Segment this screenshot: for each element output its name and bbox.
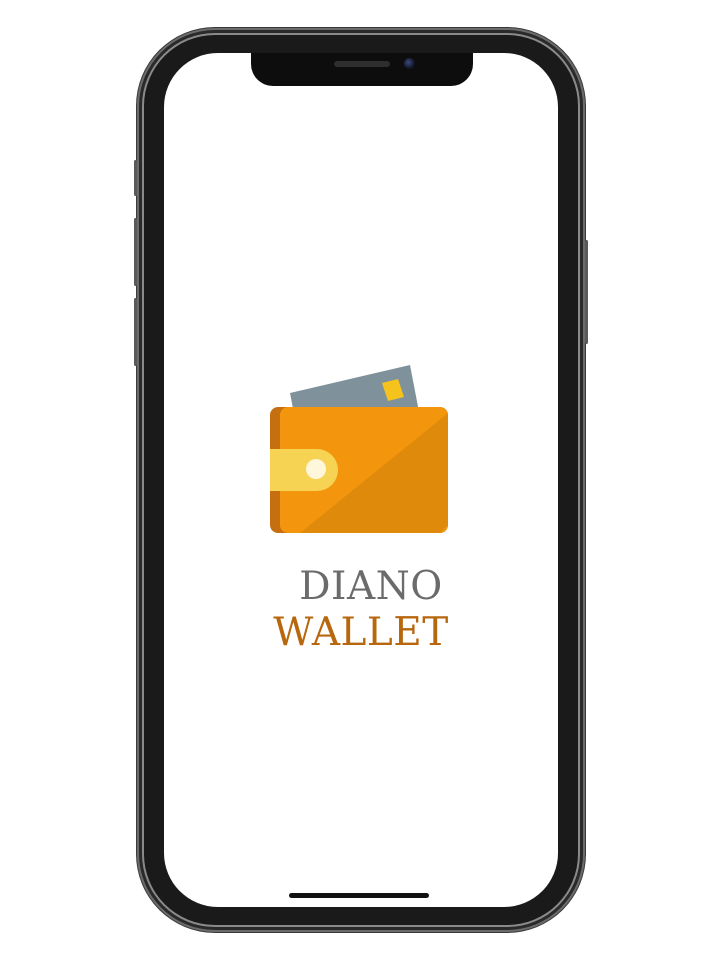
device-mockup: DIANO WALLET [0,0,720,960]
power-button [585,240,588,344]
volume-up-button [134,218,137,286]
splash-screen: DIANO WALLET [164,53,558,907]
front-camera [404,58,415,69]
earpiece-speaker [334,61,390,67]
brand-title-line2: WALLET [273,610,449,655]
mute-switch [134,160,137,196]
home-indicator[interactable] [289,893,429,898]
wallet-icon [270,365,448,533]
phone-frame: DIANO WALLET [134,28,588,932]
clasp-icon [270,449,338,491]
notch [251,53,473,86]
volume-down-button [134,298,137,366]
brand-title-line1: DIANO [299,564,443,609]
